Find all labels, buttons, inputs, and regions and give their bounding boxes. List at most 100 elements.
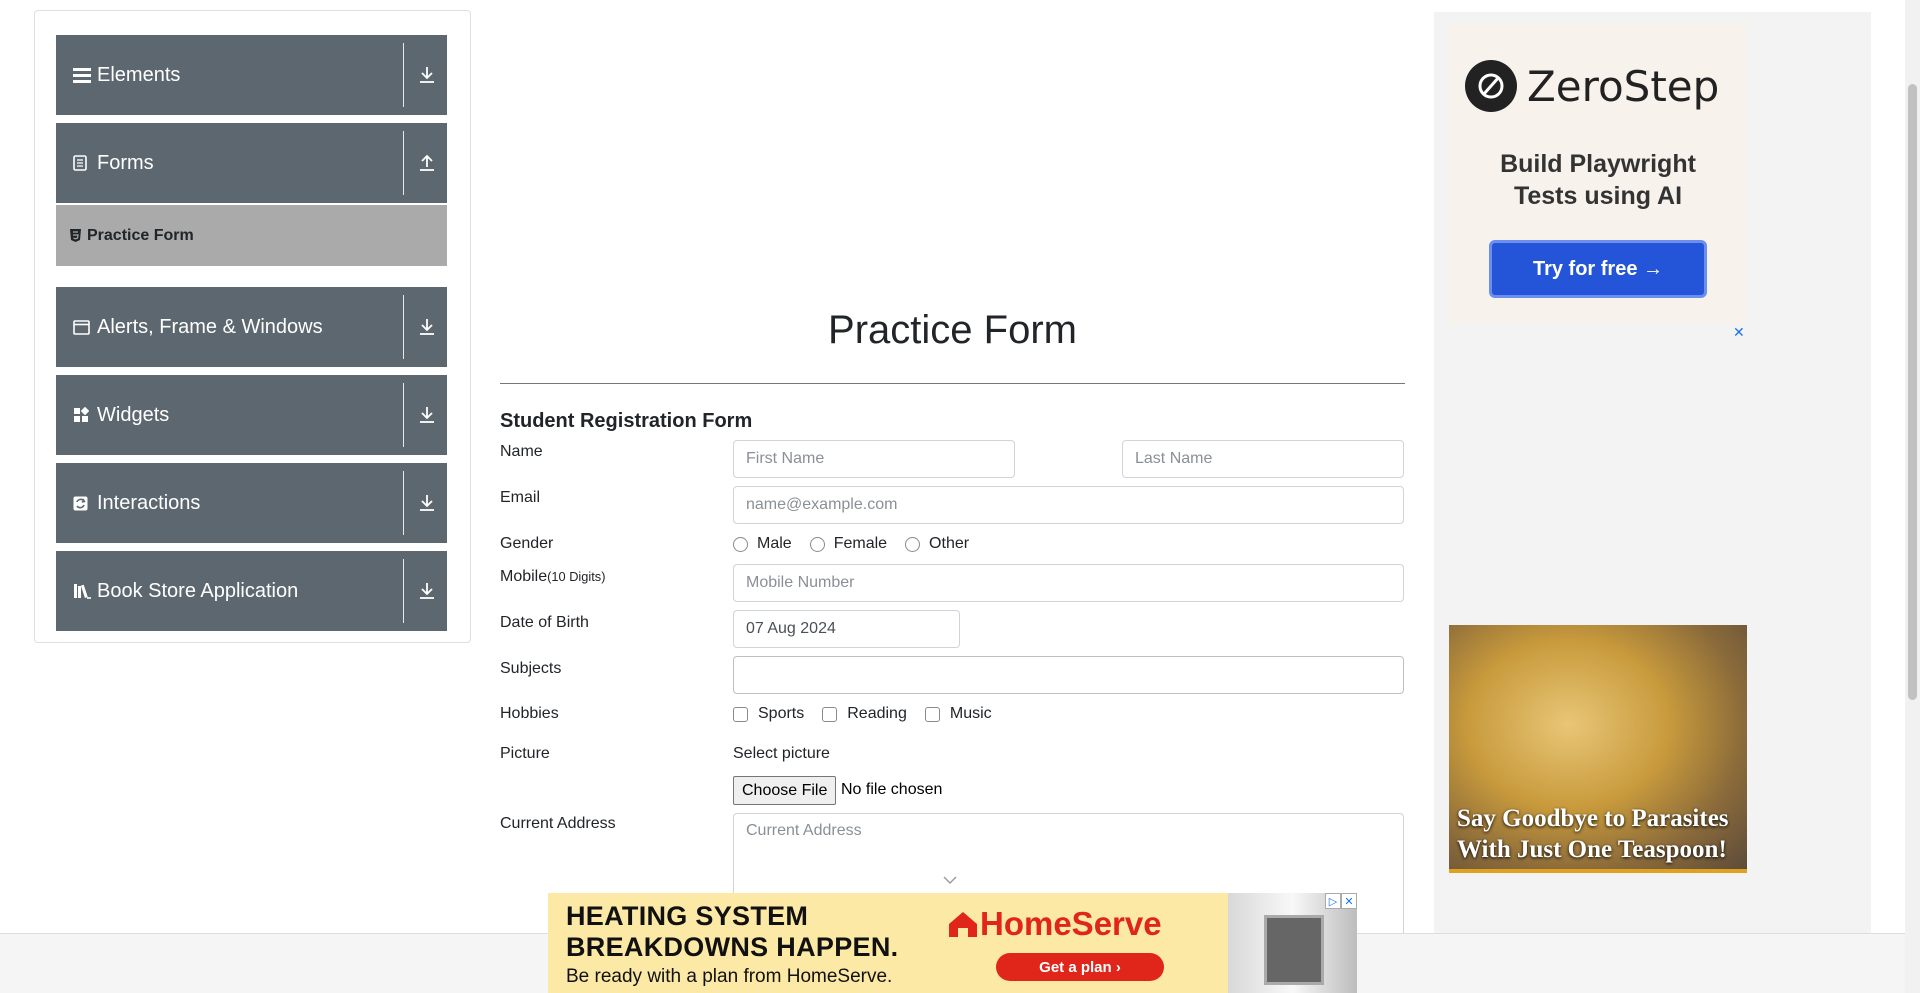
hobby-option-label: Reading — [847, 705, 907, 722]
download-arrow-icon[interactable] — [406, 463, 447, 543]
dob-label: Date of Birth — [500, 614, 589, 631]
zerostep-tagline-line: Tests using AI — [1513, 182, 1683, 210]
parasites-ad[interactable]: Say Goodbye to Parasites With Just One T… — [1449, 625, 1747, 873]
gender-male-radio[interactable]: Male — [733, 535, 792, 553]
zerostep-logo-icon — [1465, 60, 1517, 112]
ad-accent-bar — [1449, 869, 1747, 873]
gender-female-radio[interactable]: Female — [809, 535, 888, 553]
page-scrollbar[interactable] — [1905, 0, 1920, 993]
name-label: Name — [500, 443, 543, 460]
sidebar-group-label: Elements — [97, 63, 181, 86]
divider — [403, 295, 404, 359]
homeserve-headline-line: BREAKDOWNS HAPPEN. — [566, 932, 899, 962]
gender-label: Gender — [500, 535, 554, 552]
hamburger-icon — [73, 67, 95, 83]
sidebar-group-book-store[interactable]: Book Store Application — [56, 551, 447, 631]
homeserve-logo: HomeServe — [946, 905, 1162, 943]
zerostep-ad[interactable]: ZeroStep Build Playwright Tests using AI… — [1449, 24, 1747, 324]
checkbox-box[interactable] — [733, 706, 748, 722]
zerostep-logo: ZeroStep — [1465, 60, 1719, 112]
ad-choices: ▷ ✕ — [1325, 893, 1357, 909]
homeserve-ad[interactable]: HEATING SYSTEM BREAKDOWNS HAPPEN. Be rea… — [548, 893, 1357, 993]
picture-label: Picture — [500, 745, 550, 762]
parasites-ad-text: Say Goodbye to Parasites With Just One T… — [1457, 803, 1747, 865]
sidebar-group-alerts[interactable]: Alerts, Frame & Windows — [56, 287, 447, 367]
dob-input[interactable] — [733, 610, 960, 648]
sidebar: Elements Forms Practice Form Alerts, Fra… — [34, 10, 471, 643]
sidebar-group-label: Interactions — [97, 491, 201, 514]
sidebar-group-interactions[interactable]: Interactions — [56, 463, 447, 543]
sidebar-group-elements[interactable]: Elements — [56, 35, 447, 115]
download-arrow-icon[interactable] — [406, 35, 447, 115]
scrollbar-thumb[interactable] — [1908, 84, 1917, 700]
parasites-ad-line: Say Goodbye to Parasites — [1457, 805, 1729, 832]
sidebar-group-label: Alerts, Frame & Windows — [97, 315, 323, 338]
email-label: Email — [500, 489, 541, 506]
select-picture-label: Select picture — [733, 745, 830, 762]
document-icon — [73, 155, 95, 171]
widgets-icon — [73, 407, 95, 423]
adchoices-icon[interactable]: ▷ — [1325, 893, 1341, 909]
chevron-down-icon — [943, 872, 957, 890]
parasites-ad-line: With Just One Teaspoon! — [1457, 836, 1727, 863]
divider — [403, 471, 404, 535]
hobbies-options: Sports Reading Music — [733, 705, 1010, 723]
house-icon — [949, 912, 977, 937]
divider — [403, 559, 404, 623]
hobby-reading-checkbox[interactable]: Reading — [822, 705, 907, 723]
window-icon — [73, 319, 95, 335]
subjects-label: Subjects — [500, 660, 562, 677]
zerostep-tagline: Build Playwright Tests using AI — [1449, 148, 1747, 212]
choose-file-button[interactable]: Choose File — [733, 776, 837, 805]
interactions-icon — [73, 496, 95, 511]
gender-option-label: Male — [757, 535, 792, 552]
checkbox-box[interactable] — [924, 706, 940, 722]
mobile-label: Mobile(10 Digits) — [500, 568, 605, 586]
radio-circle[interactable] — [733, 536, 748, 552]
try-for-free-button[interactable]: Try for free → — [1489, 240, 1707, 298]
hobby-option-label: Music — [949, 705, 992, 722]
hobby-option-label: Sports — [758, 705, 805, 722]
sidebar-group-forms[interactable]: Forms — [56, 123, 447, 203]
download-arrow-icon[interactable] — [406, 287, 447, 367]
mobile-input[interactable] — [733, 564, 1404, 602]
mobile-label-text: Mobile — [500, 568, 548, 585]
homeserve-headline: HEATING SYSTEM BREAKDOWNS HAPPEN. — [566, 901, 898, 963]
mobile-hint: (10 Digits) — [547, 569, 606, 584]
last-name-input[interactable] — [1122, 440, 1404, 478]
hobby-music-checkbox[interactable]: Music — [924, 705, 992, 723]
divider — [403, 43, 404, 107]
get-a-plan-button[interactable]: Get a plan › — [996, 953, 1164, 981]
hobby-sports-checkbox[interactable]: Sports — [733, 705, 804, 723]
sidebar-item-label: Practice Form — [87, 226, 194, 244]
divider — [403, 383, 404, 447]
checkbox-box[interactable] — [822, 706, 838, 722]
radio-circle[interactable] — [809, 536, 825, 552]
subjects-input[interactable] — [733, 656, 1404, 694]
gender-options: Male Female Other — [733, 535, 987, 553]
zerostep-tagline-line: Build Playwright — [1500, 150, 1696, 178]
divider — [403, 131, 404, 195]
hobbies-label: Hobbies — [500, 705, 559, 722]
first-name-input[interactable] — [733, 440, 1015, 478]
close-icon[interactable]: ✕ — [1341, 893, 1357, 909]
gender-other-radio[interactable]: Other — [905, 535, 969, 553]
page-title: Practice Form — [828, 308, 1077, 352]
sidebar-group-widgets[interactable]: Widgets — [56, 375, 447, 455]
homeserve-headline-line: HEATING SYSTEM — [566, 901, 809, 931]
sidebar-item-practice-form[interactable]: Practice Form — [56, 205, 447, 266]
current-address-label: Current Address — [500, 815, 616, 832]
upload-arrow-icon[interactable] — [406, 123, 447, 203]
radio-circle[interactable] — [905, 536, 921, 552]
file-status-text: No file chosen — [841, 781, 943, 798]
title-divider — [500, 383, 1405, 384]
zerostep-brand: ZeroStep — [1527, 61, 1720, 111]
gender-option-label: Female — [833, 535, 888, 552]
books-icon — [73, 583, 95, 599]
download-arrow-icon[interactable] — [406, 551, 447, 631]
sidebar-group-label: Book Store Application — [97, 579, 299, 602]
close-icon[interactable]: ✕ — [1733, 324, 1745, 341]
download-arrow-icon[interactable] — [406, 375, 447, 455]
form-title: Student Registration Form — [500, 410, 753, 432]
email-input[interactable] — [733, 486, 1404, 524]
